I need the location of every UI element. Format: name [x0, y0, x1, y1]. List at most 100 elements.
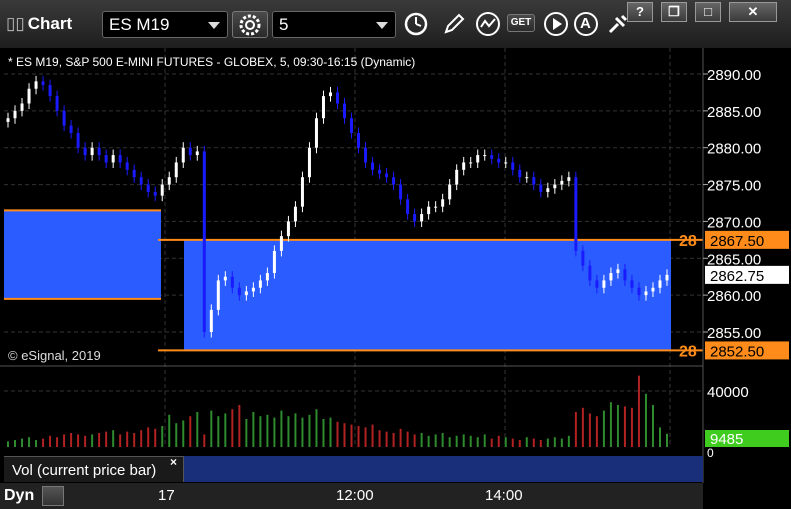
candle [399, 184, 403, 200]
grip-icon: ▯▯ [6, 14, 25, 33]
candle [525, 177, 529, 179]
candle [364, 147, 368, 163]
candle [76, 132, 80, 148]
candle [378, 169, 382, 174]
candle [413, 214, 417, 222]
support-zone [4, 210, 161, 299]
chart-line-icon[interactable] [474, 10, 502, 38]
candle [97, 147, 101, 156]
interval-value: 5 [279, 15, 289, 34]
upper-line-price: 2867.50 [710, 233, 764, 250]
candle [602, 280, 606, 288]
candle [265, 273, 269, 281]
chart-title: * ES M19, S&P 500 E-MINI FUTURES - GLOBE… [8, 55, 416, 69]
play-icon[interactable] [542, 10, 570, 38]
candle [427, 206, 431, 215]
candle [34, 81, 38, 89]
alert-label: A [580, 15, 591, 32]
candle [637, 287, 641, 296]
candle [153, 191, 157, 196]
volume-panel-text: Vol (current price bar) [12, 462, 157, 479]
candle [125, 162, 129, 170]
close-button[interactable]: ✕ [729, 2, 777, 22]
maximize-button[interactable]: □ [695, 2, 721, 22]
candle [132, 169, 136, 178]
candle [462, 162, 466, 170]
candle [658, 280, 662, 288]
candle [27, 88, 31, 104]
candle [553, 184, 557, 189]
candle [595, 280, 599, 288]
candle [258, 280, 262, 288]
time-axis[interactable]: Dyn 17 12:00 14:00 [0, 483, 703, 509]
candle [237, 287, 241, 296]
candle [623, 269, 627, 281]
candle [539, 184, 543, 192]
candle [167, 177, 171, 185]
get-button[interactable]: GET [507, 14, 535, 32]
interval-selector[interactable]: 5 [272, 11, 396, 38]
candle [532, 177, 536, 185]
x-tick-label: 17 [158, 487, 175, 504]
price-chart[interactable]: 2890.00 2885.00 2880.00 2875.00 2870.00 2865.… [0, 48, 791, 483]
candle [20, 103, 24, 111]
alert-button[interactable]: A [572, 10, 600, 38]
help-button[interactable]: ? [627, 2, 653, 22]
candle [441, 199, 445, 207]
price-tick-label: 2865.00 [707, 251, 761, 268]
price-tick-label: 2885.00 [707, 104, 761, 121]
candle [286, 221, 290, 237]
price-tick-label: 2870.00 [707, 214, 761, 231]
volume-zero-label: 0 [707, 446, 714, 460]
symbol-settings-button[interactable] [232, 11, 268, 38]
symbol-value: ES M19 [109, 15, 170, 34]
window-title[interactable]: ▯▯ Chart [6, 14, 72, 34]
restore-button[interactable]: ❐ [661, 2, 687, 22]
candle [343, 103, 347, 119]
candle [83, 147, 87, 156]
candle [272, 250, 276, 274]
candle [104, 155, 108, 163]
support-zone [184, 239, 671, 351]
current-price: 2862.75 [710, 268, 764, 285]
candle [321, 96, 325, 119]
candle [202, 151, 206, 332]
candle [406, 199, 410, 215]
candle [216, 280, 220, 310]
candle [195, 151, 199, 156]
candle [609, 273, 613, 281]
price-tick-label: 2875.00 [707, 178, 761, 195]
close-icon[interactable]: × [170, 455, 177, 469]
candle [455, 169, 459, 185]
candle [314, 118, 318, 148]
candle [616, 269, 620, 274]
scale-corner [703, 483, 791, 509]
x-tick-label: 14:00 [485, 487, 523, 504]
candle [420, 214, 424, 222]
candle [118, 155, 122, 163]
lock-icon[interactable] [42, 486, 64, 506]
price-tick-label: 2855.00 [707, 325, 761, 342]
candle [244, 291, 248, 296]
candle [371, 162, 375, 170]
price-tick-label: 2860.00 [707, 288, 761, 305]
price-tick-label: 2880.00 [707, 141, 761, 158]
candle [385, 173, 389, 178]
candle [300, 177, 304, 207]
candle [146, 184, 150, 192]
candle [546, 188, 550, 192]
candle [230, 276, 234, 288]
candle [644, 291, 648, 296]
candle [336, 92, 339, 104]
candle [357, 132, 361, 148]
zone-tag: 28 [679, 343, 697, 360]
get-label: GET [510, 17, 532, 28]
clock-icon[interactable] [402, 10, 430, 38]
volume-panel-label[interactable]: Vol (current price bar) [4, 456, 184, 482]
symbol-selector[interactable]: ES M19 [102, 11, 228, 38]
candle [328, 92, 332, 97]
pencil-icon[interactable] [440, 10, 468, 38]
candle [574, 177, 578, 251]
dyn-label[interactable]: Dyn [4, 487, 34, 505]
candle [307, 147, 311, 178]
